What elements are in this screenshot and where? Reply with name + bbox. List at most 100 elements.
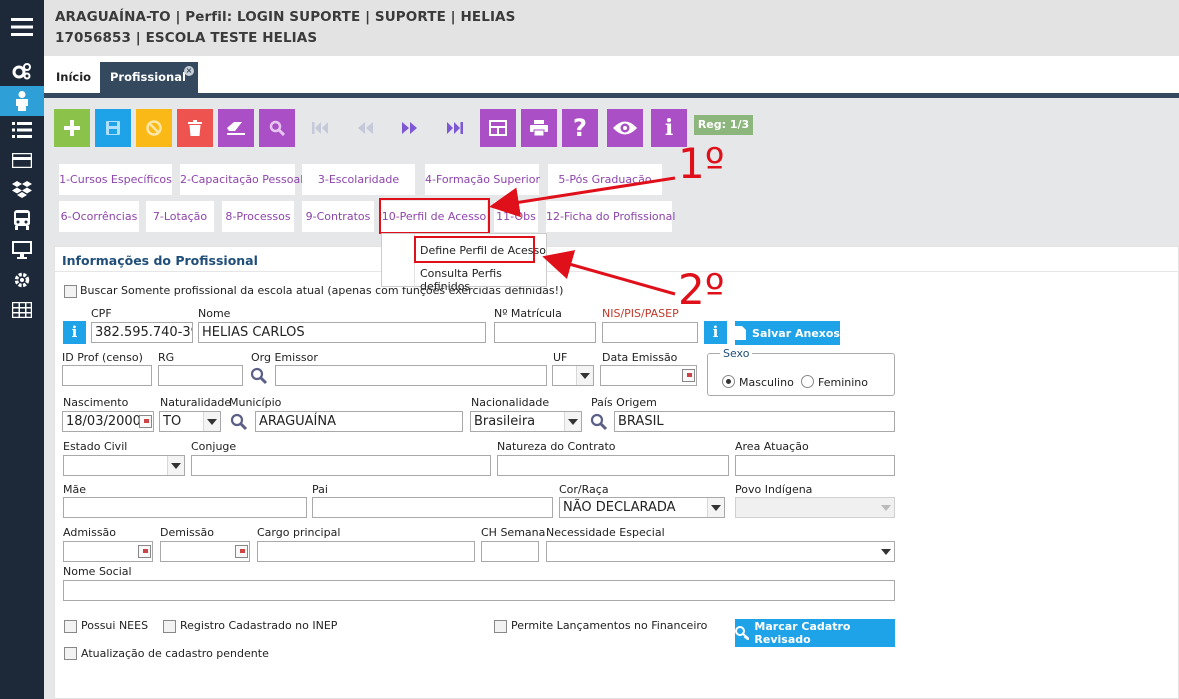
paisorigem-input[interactable]: BRASIL (614, 411, 895, 432)
idprof-input[interactable] (62, 365, 152, 386)
nome-input[interactable]: HELIAS CARLOS (198, 322, 486, 343)
list-icon[interactable] (0, 115, 44, 145)
mae-input[interactable] (63, 497, 307, 518)
nomesocial-input[interactable] (63, 580, 895, 601)
save-button[interactable] (95, 109, 131, 147)
calendar-icon[interactable] (139, 415, 152, 428)
possui-nees-checkbox[interactable] (64, 620, 77, 633)
chsemana-input[interactable] (481, 541, 539, 562)
cpf-input[interactable]: 382.595.740-39 (91, 322, 193, 343)
cancel-button[interactable] (136, 109, 172, 147)
admissao-input[interactable] (63, 541, 153, 562)
grid-button[interactable] (480, 109, 516, 147)
municipio-input[interactable]: ARAGUAÍNA (255, 411, 463, 432)
corraca-select[interactable]: NÃO DECLARADA (559, 497, 725, 518)
conjuge-input[interactable] (191, 455, 491, 476)
subtab-ocorrencias[interactable]: 6-Ocorrências (59, 201, 139, 232)
nacionalidade-select[interactable]: Brasileira (470, 411, 582, 432)
cargo-input[interactable] (257, 541, 475, 562)
table-icon[interactable] (0, 295, 44, 325)
marcar-revisado-label: Marcar Cadatro Revisado (754, 620, 851, 646)
search-icon[interactable] (590, 413, 608, 431)
nis-label: NIS/PIS/PASEP (602, 307, 679, 320)
registro-inep-checkbox[interactable] (163, 620, 176, 633)
view-button[interactable] (607, 109, 643, 147)
last-record-button[interactable] (437, 109, 473, 147)
calendar-icon[interactable] (138, 545, 151, 558)
naturalidade-select[interactable]: TO (159, 411, 221, 432)
cpf-info-button[interactable]: i (63, 321, 86, 344)
subtab-contratos[interactable]: 9-Contratos (302, 201, 374, 232)
feminino-label: Feminino (818, 376, 868, 389)
tab-profissional[interactable]: Profissional (100, 62, 198, 93)
highlight-define-perfil (414, 236, 535, 263)
orgemissor-input[interactable] (275, 365, 547, 386)
nis-input[interactable] (602, 322, 698, 343)
monitor-icon[interactable] (0, 235, 44, 265)
subtab-processos[interactable]: 8-Processos (222, 201, 294, 232)
only-school-checkbox[interactable] (64, 285, 77, 298)
print-icon (530, 120, 548, 136)
corraca-value: NÃO DECLARADA (563, 500, 676, 515)
card-icon[interactable] (0, 145, 44, 175)
add-button[interactable] (54, 109, 90, 147)
naturalidade-value: TO (163, 414, 182, 429)
search-button[interactable] (259, 109, 295, 147)
dataemissao-input[interactable] (600, 365, 697, 386)
dropbox-icon[interactable] (0, 175, 44, 205)
bus-icon[interactable] (0, 205, 44, 235)
subtab-cursos[interactable]: 1-Cursos Específicos (59, 164, 172, 195)
gear-icon[interactable] (0, 265, 44, 295)
search-icon[interactable] (250, 367, 268, 385)
estadocivil-select[interactable] (63, 455, 185, 476)
permite-financeiro-label: Permite Lançamentos no Financeiro (511, 619, 708, 632)
pai-input[interactable] (312, 497, 553, 518)
mae-label: Mãe (63, 483, 86, 496)
header: ARAGUAÍNA-TO | Perfil: LOGIN SUPORTE | S… (44, 0, 1179, 56)
marcar-revisado-button[interactable]: Marcar Cadatro Revisado (735, 619, 895, 647)
natureza-input[interactable] (497, 455, 729, 476)
area-input[interactable] (735, 455, 895, 476)
tab-inicio[interactable]: Início (46, 62, 101, 93)
rg-input[interactable] (158, 365, 243, 386)
search-icon[interactable] (230, 413, 248, 431)
delete-button[interactable] (177, 109, 213, 147)
menu-item-consulta-perfis[interactable]: Consulta Perfis definidos (420, 267, 546, 293)
orgemissor-label: Org Emissor (251, 351, 318, 364)
nascimento-input[interactable]: 18/03/2000 (62, 411, 154, 432)
salvar-anexos-button[interactable]: Salvar Anexos (735, 321, 840, 345)
print-button[interactable] (521, 109, 557, 147)
nacionalidade-value: Brasileira (474, 414, 536, 429)
subtab-pos-graduacao[interactable]: 5-Pós Graduação (548, 164, 662, 195)
pai-label: Pai (312, 483, 328, 496)
necessidade-select[interactable] (546, 541, 895, 562)
subtab-lotacao[interactable]: 7-Lotação (146, 201, 214, 232)
subtab-ficha[interactable]: 12-Ficha do Profissional (546, 201, 675, 232)
next-record-button[interactable] (392, 109, 428, 147)
matricula-label: Nº Matrícula (494, 307, 562, 320)
previous-record-button[interactable] (347, 109, 383, 147)
subtab-obs[interactable]: 11-Obs (494, 201, 538, 232)
close-icon[interactable]: × (184, 66, 194, 76)
erase-button[interactable] (218, 109, 254, 147)
first-record-button[interactable] (302, 109, 338, 147)
matricula-input[interactable] (494, 322, 596, 343)
user-icon[interactable] (0, 86, 44, 116)
permite-financeiro-checkbox[interactable] (494, 620, 507, 633)
menu-icon[interactable] (0, 12, 44, 42)
calendar-icon[interactable] (682, 369, 695, 382)
subtab-escolaridade[interactable]: 3-Escolaridade (302, 164, 415, 195)
calendar-icon[interactable] (235, 545, 248, 558)
cogs-icon[interactable] (0, 56, 44, 86)
masculino-radio[interactable] (722, 375, 735, 388)
subtab-capacitacao[interactable]: 2-Capacitação Pessoal (180, 164, 303, 195)
annotation-second: 2º (678, 265, 725, 314)
uf-select[interactable] (552, 365, 594, 386)
feminino-radio[interactable] (801, 375, 814, 388)
atualizacao-pendente-checkbox[interactable] (64, 647, 77, 660)
demissao-input[interactable] (160, 541, 250, 562)
subtab-formacao[interactable]: 4-Formação Superior (425, 164, 540, 195)
estadocivil-label: Estado Civil (63, 440, 128, 453)
nis-info-button[interactable]: i (704, 321, 727, 344)
help-button[interactable]: ? (562, 109, 598, 147)
